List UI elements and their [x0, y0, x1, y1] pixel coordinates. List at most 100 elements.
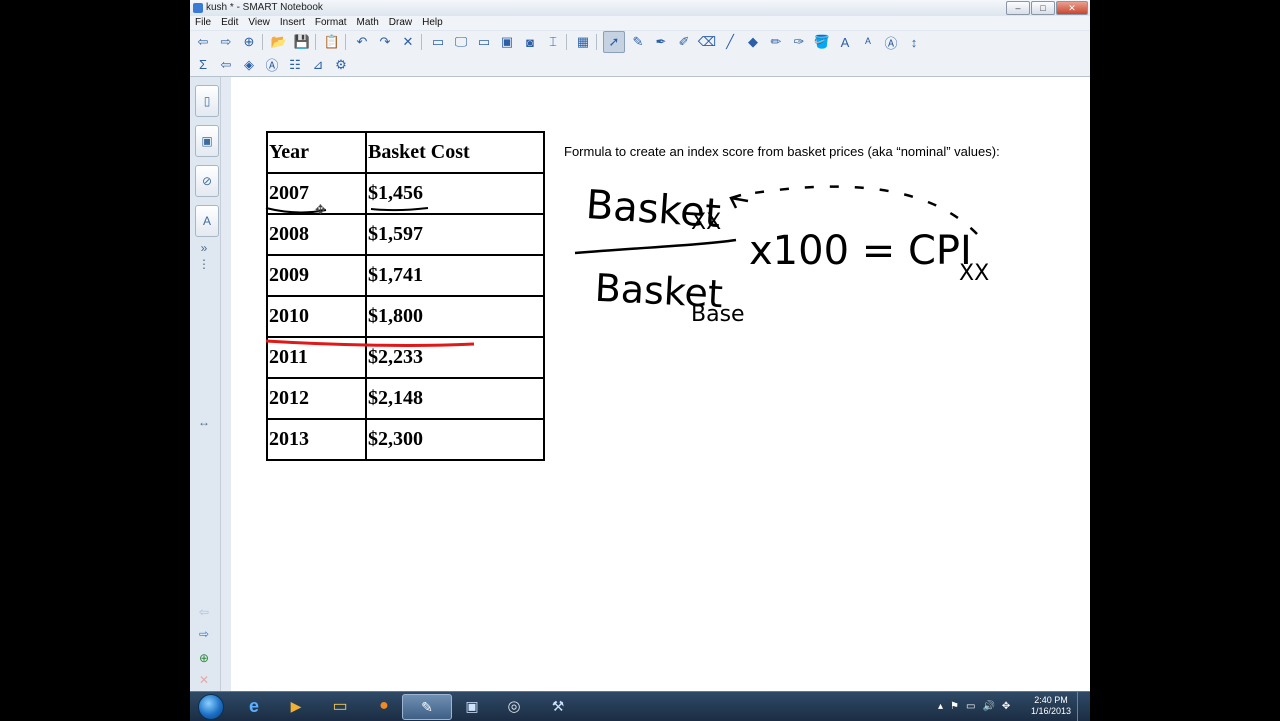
forward-arrow-icon[interactable]: ⇨ — [216, 32, 236, 52]
paste-icon[interactable]: 📋 — [322, 32, 342, 52]
delete-icon[interactable]: ✕ — [398, 32, 418, 52]
menu-help[interactable]: Help — [417, 16, 448, 30]
menu-draw[interactable]: Draw — [384, 16, 417, 30]
toolbar-arrow-icon[interactable]: ⇦ — [216, 55, 236, 75]
tray-expand-icon[interactable]: ▴ — [938, 701, 943, 712]
properties-tab-icon: A — [202, 214, 211, 228]
fill-icon[interactable]: 🪣 — [812, 32, 832, 52]
menu-format[interactable]: Format — [310, 16, 352, 30]
previous-page-icon[interactable]: ⇦ — [194, 605, 214, 619]
panel-grip-icon[interactable]: ⋮ — [194, 257, 214, 271]
back-arrow-icon[interactable]: ⇦ — [193, 32, 213, 52]
clock-date: 1/16/2013 — [1030, 706, 1072, 716]
shapes-icon[interactable]: ◆ — [743, 32, 763, 52]
gallery-icon: ▣ — [201, 134, 213, 148]
arrow-head — [729, 193, 749, 209]
text-tool-icon[interactable]: Ⓐ — [881, 32, 901, 52]
ink-denominator-sub: Base — [691, 302, 745, 327]
taskbar-smart-notebook[interactable]: ✎ — [402, 694, 452, 720]
close-button[interactable]: ✕ — [1056, 1, 1088, 15]
full-screen-icon[interactable]: 🖵 — [451, 32, 471, 52]
properties-tab[interactable]: A — [195, 205, 219, 237]
taskbar: e ▶ ▭ ● ✎ ▣ ◎ ⚒ ▴ ⚑ ▭ 🔊 ✥ 2:40 PM 1/16/2… — [190, 691, 1090, 721]
screen-capture-icon[interactable]: ▣ — [497, 32, 517, 52]
maximize-button[interactable]: □ — [1031, 1, 1055, 15]
toolbar-separator — [345, 34, 346, 50]
redo-icon[interactable]: ↷ — [375, 32, 395, 52]
add-page-icon[interactable]: ⊕ — [239, 32, 259, 52]
addon-icon[interactable]: ⚙ — [331, 55, 351, 75]
add-page-side-icon[interactable]: ⊕ — [194, 651, 214, 665]
page-sorter-icon: ▯ — [203, 94, 211, 108]
ie-icon: e — [248, 695, 259, 716]
toolbar-separator — [315, 34, 316, 50]
window-title: kush * - SMART Notebook — [206, 2, 323, 13]
dual-page-icon[interactable]: ▭ — [474, 32, 494, 52]
action-center-icon[interactable]: ⚑ — [950, 701, 959, 712]
menu-edit[interactable]: Edit — [216, 16, 243, 30]
show-desktop-button[interactable] — [1077, 692, 1090, 721]
menu-file[interactable]: File — [190, 16, 216, 30]
panel-scrollbar[interactable] — [220, 77, 231, 691]
expand-panel-icon[interactable]: » — [194, 241, 214, 255]
clock[interactable]: 2:40 PM 1/16/2013 — [1025, 695, 1077, 717]
smart-notebook-window: kush * - SMART Notebook – □ ✕ File Edit … — [190, 0, 1090, 720]
taskbar-media-player[interactable]: ▶ — [272, 694, 320, 718]
pen-icon[interactable]: ✎ — [628, 32, 648, 52]
shape-recognition-pen-icon[interactable]: ✑ — [789, 32, 809, 52]
next-page-icon[interactable]: ⇨ — [194, 627, 214, 641]
math-sigma-icon[interactable]: Σ — [193, 55, 213, 75]
firefox-icon: ● — [379, 697, 389, 714]
save-icon[interactable]: 💾 — [292, 32, 312, 52]
screen-shade-icon[interactable]: ▭ — [428, 32, 448, 52]
smart-notebook-icon: ✎ — [421, 698, 433, 715]
font-icon[interactable]: ᴬ — [858, 32, 878, 52]
properties-icon[interactable]: ☷ — [285, 55, 305, 75]
document-camera-icon[interactable]: ◙ — [520, 32, 540, 52]
app-icon — [193, 3, 203, 13]
taskbar-ie[interactable]: e — [230, 694, 278, 718]
creative-pen-icon[interactable]: ✒ — [651, 32, 671, 52]
page-sorter-tab[interactable]: ▯ — [195, 85, 219, 117]
menu-math[interactable]: Math — [352, 16, 384, 30]
text-recognition-icon[interactable]: Ⓐ — [262, 55, 282, 75]
more-icon[interactable]: ↕ — [904, 32, 924, 52]
toolbar-separator — [421, 34, 422, 50]
delete-page-side-icon[interactable]: ✕ — [194, 673, 214, 687]
ink-equation: x100 = CPI — [749, 228, 972, 274]
volume-icon[interactable]: 🔊 — [982, 701, 994, 712]
line-icon[interactable]: ╱ — [720, 32, 740, 52]
attachments-tab[interactable]: ⊘ — [195, 165, 219, 197]
ink-numerator-sub: XX — [691, 210, 721, 235]
eraser-icon[interactable]: ⌫ — [697, 32, 717, 52]
graph-icon[interactable]: ⊿ — [308, 55, 328, 75]
undo-icon[interactable]: ↶ — [352, 32, 372, 52]
red-ink-underline — [265, 339, 475, 347]
gallery-tab[interactable]: ▣ — [195, 125, 219, 157]
toolbar-separator — [262, 34, 263, 50]
magic-pen-icon[interactable]: ✏ — [766, 32, 786, 52]
move-panel-icon[interactable]: ↔ — [194, 415, 214, 429]
dashed-arrow — [740, 185, 978, 235]
object-animation-icon[interactable]: ◈ — [239, 55, 259, 75]
menu-view[interactable]: View — [243, 16, 275, 30]
text-color-icon[interactable]: A — [835, 32, 855, 52]
capture-tool-icon[interactable]: ⌶ — [543, 32, 563, 52]
taskbar-app-6[interactable]: ▣ — [448, 694, 496, 718]
network-icon[interactable]: ▭ — [966, 701, 975, 712]
highlighter-icon[interactable]: ✐ — [674, 32, 694, 52]
table-icon[interactable]: ▦ — [573, 32, 593, 52]
taskbar-app-8[interactable]: ⚒ — [534, 694, 582, 718]
minimize-button[interactable]: – — [1006, 1, 1030, 15]
tray-app-icon[interactable]: ✥ — [1002, 701, 1010, 712]
start-button[interactable] — [198, 694, 224, 720]
monitor-icon: ▣ — [465, 697, 479, 714]
notebook-page[interactable]: Year Basket Cost 2007 $1,456 2008 $1,597 200… — [231, 77, 1090, 691]
taskbar-firefox[interactable]: ● — [360, 694, 408, 718]
taskbar-explorer[interactable]: ▭ — [316, 694, 364, 718]
clock-time: 2:40 PM — [1034, 695, 1068, 705]
taskbar-app-7[interactable]: ◎ — [490, 694, 538, 718]
open-icon[interactable]: 📂 — [269, 32, 289, 52]
menu-insert[interactable]: Insert — [275, 16, 310, 30]
select-icon[interactable]: ➚ — [603, 31, 625, 53]
